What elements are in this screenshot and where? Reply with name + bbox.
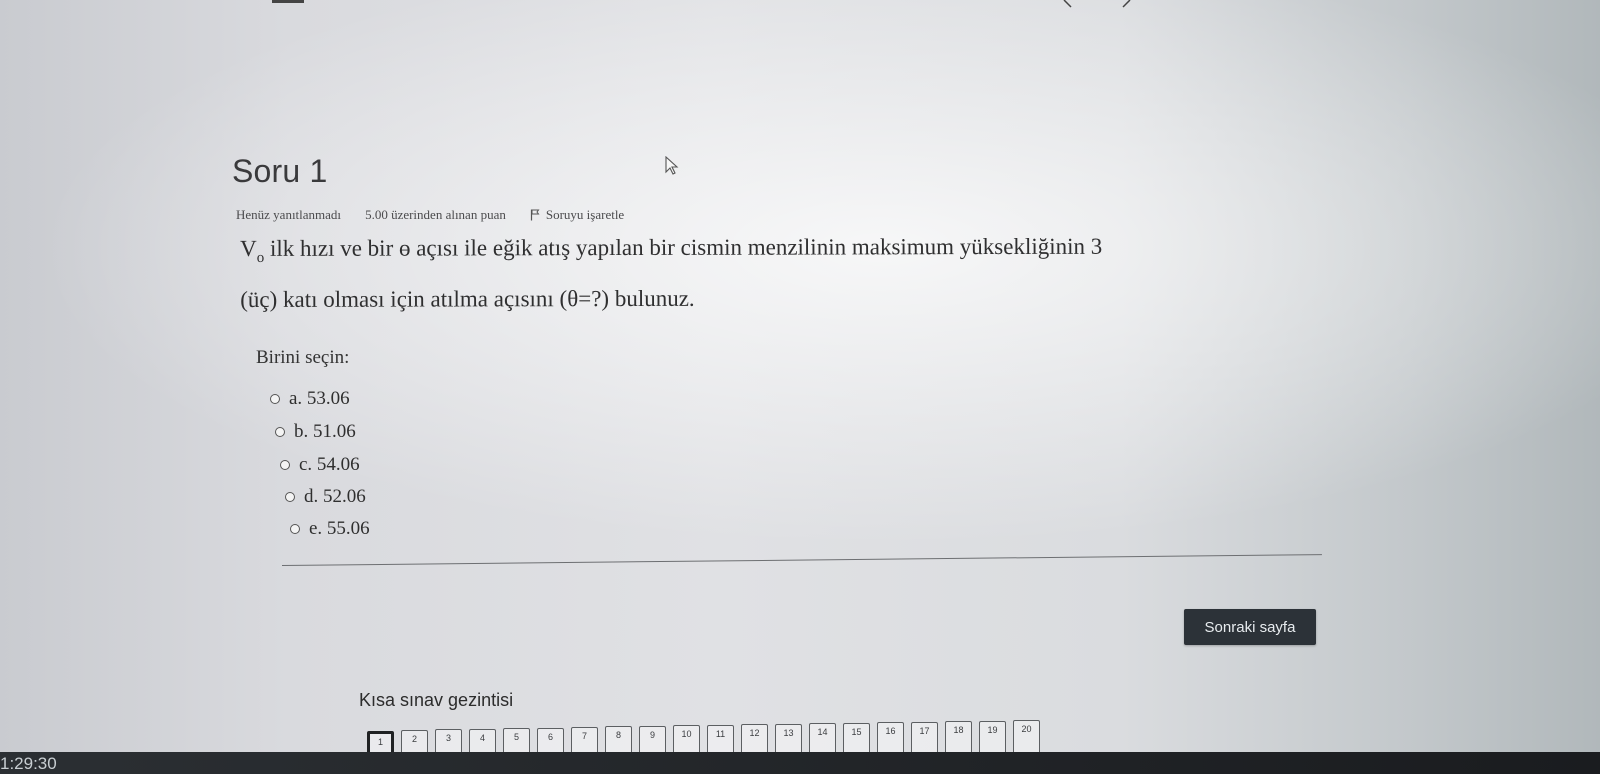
- question-text-line2: (üç) katı olması için atılma açısını (θ=…: [240, 285, 695, 312]
- corner-mark-icon: [1063, 0, 1072, 8]
- quiz-nav-button-19[interactable]: 19: [979, 721, 1006, 755]
- option-label: a. 53.06: [289, 388, 350, 409]
- time-remaining: 1:29:30: [0, 754, 57, 773]
- flag-question-label: Soruyu işaretle: [545, 207, 625, 222]
- question-info: Henüz yanıtlanmadı 5.00 üzerinden alınan…: [236, 207, 624, 223]
- question-status: Henüz yanıtlanmadı: [236, 207, 342, 222]
- velocity-symbol: V: [240, 235, 257, 261]
- question-text-line1-rest: ilk hızı ve bir ɵ açısı ile eğik atış ya…: [264, 233, 1103, 261]
- answer-option-e[interactable]: e. 55.06: [290, 518, 370, 540]
- radio-button[interactable]: [275, 427, 285, 437]
- question-points: 5.00 üzerinden alınan puan: [365, 207, 506, 222]
- bottom-status-bar: [0, 752, 1600, 774]
- corner-mark-icon: [1122, 0, 1131, 8]
- flag-icon: [530, 209, 540, 221]
- question-text-line1: Vo ilk hızı ve bir ɵ açısı ile eğik atış…: [240, 225, 1370, 279]
- question-title: Soru 1: [232, 153, 328, 189]
- option-label: e. 55.06: [309, 518, 370, 539]
- quiz-navigation-title: Kısa sınav gezintisi: [359, 690, 514, 710]
- answer-option-d[interactable]: d. 52.06: [285, 486, 366, 508]
- answer-option-a[interactable]: a. 53.06: [270, 388, 350, 410]
- radio-button[interactable]: [290, 524, 300, 534]
- quiz-nav-button-16[interactable]: 16: [877, 722, 904, 756]
- next-page-button[interactable]: Sonraki sayfa: [1184, 609, 1316, 645]
- choose-prompt: Birini seçin:: [256, 347, 350, 368]
- section-divider: [281, 554, 1322, 567]
- quiz-nav-button-17[interactable]: 17: [911, 722, 938, 756]
- top-tab-indicator: [272, 0, 304, 3]
- quiz-nav-button-18[interactable]: 18: [945, 721, 972, 755]
- radio-button[interactable]: [280, 460, 290, 470]
- answer-option-c[interactable]: c. 54.06: [280, 454, 360, 476]
- radio-button[interactable]: [270, 394, 280, 404]
- question-text: Vo ilk hızı ve bir ɵ açısı ile eğik atış…: [240, 225, 1370, 321]
- quiz-nav-button-20[interactable]: 20: [1013, 720, 1040, 754]
- answer-option-b[interactable]: b. 51.06: [275, 421, 356, 443]
- option-label: d. 52.06: [304, 486, 366, 507]
- radio-button[interactable]: [285, 492, 295, 502]
- option-label: c. 54.06: [299, 454, 360, 475]
- option-label: b. 51.06: [294, 421, 356, 442]
- cursor-icon: [665, 156, 679, 175]
- flag-question-link[interactable]: Soruyu işaretle: [530, 207, 624, 223]
